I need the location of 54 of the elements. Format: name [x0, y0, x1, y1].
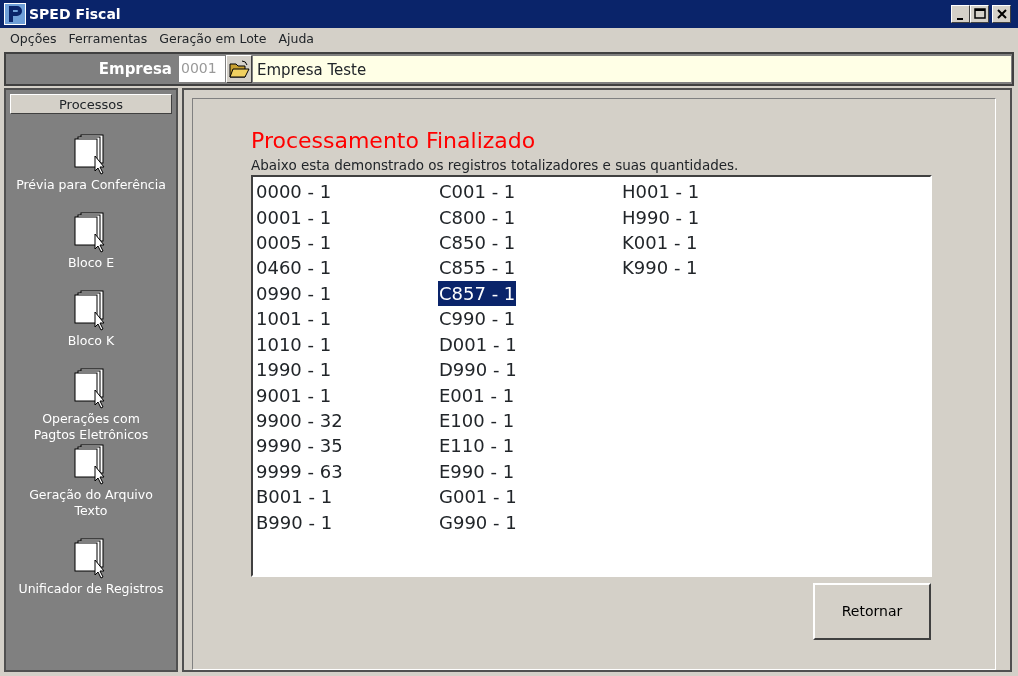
list-item[interactable]: G990 - 1 [438, 509, 518, 535]
menu-item[interactable]: Ferramentas [62, 29, 154, 49]
result-subtitle: Abaixo esta demonstrado os registros totalizadores e suas quantidades. [251, 156, 740, 175]
list-item[interactable]: K001 - 1 [621, 230, 699, 256]
list-item[interactable]: D001 - 1 [438, 331, 518, 358]
sidebar-item[interactable]: Bloco K [61, 332, 121, 350]
list-item[interactable]: 0000 - 1 [255, 179, 333, 205]
sidebar-item[interactable]: Operações com Pagtos Eletrônicos [27, 410, 155, 444]
list-item[interactable]: 1990 - 1 [255, 357, 333, 383]
list-item[interactable]: 9999 - 63 [255, 458, 344, 485]
minimize-icon[interactable] [951, 5, 970, 23]
list-item[interactable]: 0001 - 1 [255, 204, 333, 231]
menu-item[interactable]: Geração em Lote [153, 29, 273, 49]
result-title: Processamento Finalizado [251, 127, 537, 155]
list-item[interactable]: G001 - 1 [438, 484, 518, 510]
list-item[interactable]: C850 - 1 [438, 230, 517, 256]
app-logo-icon [4, 3, 26, 25]
list-item[interactable]: K990 - 1 [621, 255, 699, 281]
sidebar-item[interactable]: Bloco E [61, 254, 121, 272]
window-title: SPED Fiscal [29, 4, 122, 24]
list-item[interactable]: H990 - 1 [621, 204, 701, 231]
list-item[interactable]: 9990 - 35 [255, 433, 344, 459]
list-item[interactable]: C990 - 1 [438, 306, 517, 332]
list-item[interactable]: H001 - 1 [621, 179, 701, 205]
company-name-field[interactable]: Empresa Teste [252, 55, 1012, 83]
list-item[interactable]: C855 - 1 [438, 255, 517, 281]
list-item[interactable]: E100 - 1 [438, 407, 516, 434]
menu-item[interactable]: Ajuda [272, 29, 320, 49]
list-item[interactable]: D990 - 1 [438, 357, 518, 383]
list-item[interactable]: B990 - 1 [255, 509, 334, 535]
list-item[interactable]: C800 - 1 [438, 204, 517, 231]
close-icon[interactable] [992, 5, 1011, 23]
company-label: Empresa [97, 58, 173, 80]
menu-item[interactable]: Opções [4, 29, 63, 49]
list-item[interactable]: 1001 - 1 [255, 306, 333, 332]
list-item[interactable]: E001 - 1 [438, 382, 516, 408]
list-item[interactable]: E110 - 1 [438, 433, 516, 459]
list-item[interactable]: 0990 - 1 [255, 280, 333, 307]
list-item[interactable]: C001 - 1 [438, 179, 517, 205]
sidebar-item[interactable]: Unificador de Registros [12, 580, 170, 598]
return-button[interactable]: Retornar [813, 583, 931, 641]
maximize-icon[interactable] [970, 5, 989, 23]
list-item[interactable]: B001 - 1 [255, 484, 334, 510]
sidebar-item[interactable]: Geração do Arquivo Texto [6, 486, 176, 520]
sidebar-item[interactable]: Prévia para Conferência [10, 176, 172, 194]
sidebar-header[interactable]: Processos [10, 94, 172, 114]
list-item[interactable]: 1010 - 1 [255, 331, 333, 358]
list-item[interactable]: 0005 - 1 [255, 230, 333, 256]
list-item[interactable]: E990 - 1 [438, 458, 516, 485]
open-folder-icon[interactable] [226, 55, 252, 83]
list-item[interactable]: 9001 - 1 [255, 382, 333, 408]
list-item[interactable]: C857 - 1 [438, 280, 517, 307]
list-item[interactable]: 0460 - 1 [255, 255, 333, 281]
list-item[interactable]: 9900 - 32 [255, 407, 344, 434]
